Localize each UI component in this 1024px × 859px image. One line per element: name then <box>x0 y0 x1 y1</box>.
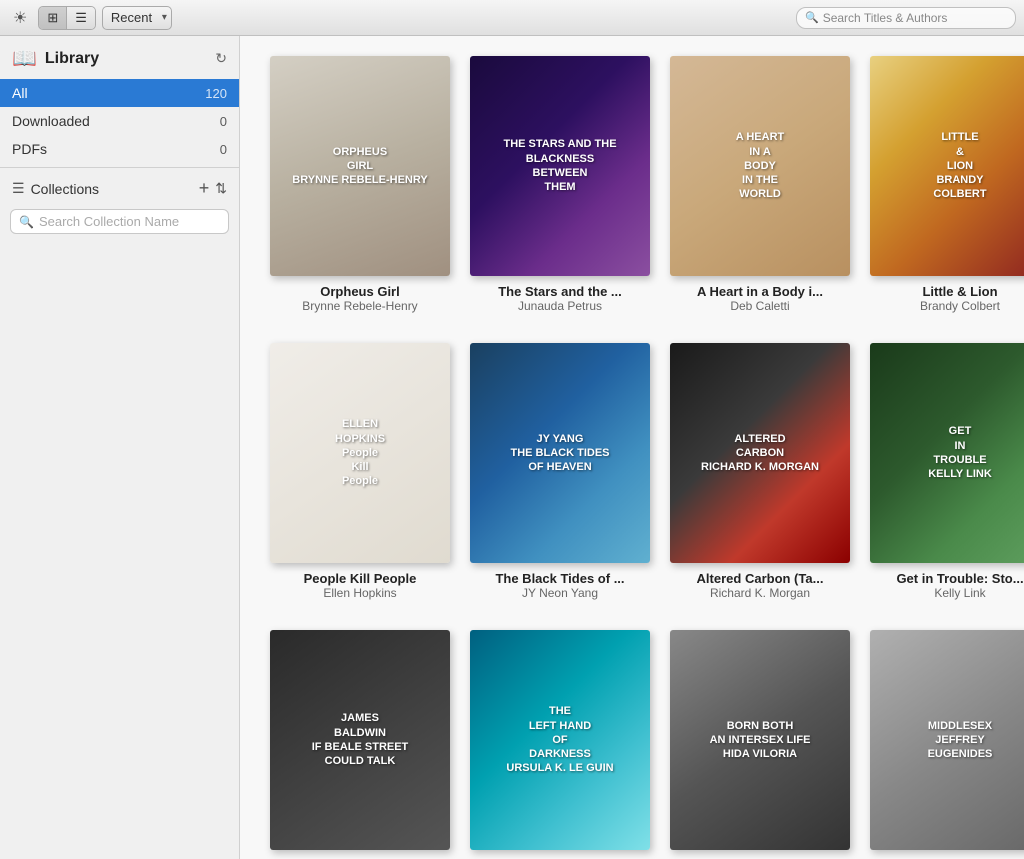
book-author: JY Neon Yang <box>522 586 598 600</box>
library-icon: 📖 <box>12 46 37 71</box>
book-title: Little & Lion <box>922 284 997 299</box>
downloaded-label: Downloaded <box>12 113 220 129</box>
book-cover: THE STARS AND THE BLACKNESS BETWEEN THEM <box>470 56 650 276</box>
book-author: Junauda Petrus <box>518 299 602 313</box>
book-cover: LITTLE & LION BRANDY COLBERT <box>870 56 1024 276</box>
book-cover: JAMES BALDWIN IF BEALE STREET COULD TALK <box>270 630 450 850</box>
book-author: Brynne Rebele-Henry <box>302 299 417 313</box>
cover-text: ELLEN HOPKINS People Kill People <box>327 409 393 496</box>
book-title: The Stars and the ... <box>498 284 622 299</box>
cover-text: ORPHEUS GIRL BRYNNE REBELE-HENRY <box>284 137 435 196</box>
book-item[interactable]: LITTLE & LION BRANDY COLBERT Little & Lio… <box>870 56 1024 313</box>
collections-header: ☰ Collections + ⇅ <box>0 172 239 205</box>
book-cover: THE LEFT HAND OF DARKNESS URSULA K. LE G… <box>470 630 650 850</box>
book-item[interactable]: MIDDLESEX JEFFREY EUGENIDESMiddlesex: A … <box>870 630 1024 859</box>
all-label: All <box>12 85 205 101</box>
cover-text: LITTLE & LION BRANDY COLBERT <box>925 122 994 209</box>
cover-text: BORN BOTH AN INTERSEX LIFE HIDA VILORIA <box>702 711 819 770</box>
pdfs-count: 0 <box>220 142 227 157</box>
book-title: Get in Trouble: Sto... <box>896 571 1023 586</box>
book-item[interactable]: THE LEFT HAND OF DARKNESS URSULA K. LE G… <box>470 630 650 859</box>
sidebar-item-downloaded[interactable]: Downloaded 0 <box>0 107 239 135</box>
book-author: Ellen Hopkins <box>323 586 396 600</box>
library-title: Library <box>45 50 99 68</box>
book-item[interactable]: ORPHEUS GIRL BRYNNE REBELE-HENRY Orpheus … <box>270 56 450 313</box>
book-author: Deb Caletti <box>730 299 789 313</box>
sort-collections-icon[interactable]: ⇅ <box>215 180 227 197</box>
book-item[interactable]: JAMES BALDWIN IF BEALE STREET COULD TALK… <box>270 630 450 859</box>
search-collection-input[interactable] <box>39 214 220 229</box>
sidebar-header: 📖 Library ↻ <box>0 36 239 79</box>
cover-text: JAMES BALDWIN IF BEALE STREET COULD TALK <box>304 703 417 776</box>
pdfs-label: PDFs <box>12 141 220 157</box>
book-cover: ALTERED CARBON RICHARD K. MORGAN <box>670 343 850 563</box>
books-grid: ORPHEUS GIRL BRYNNE REBELE-HENRY Orpheus … <box>270 56 1004 859</box>
book-item[interactable]: THE STARS AND THE BLACKNESS BETWEEN THEM… <box>470 56 650 313</box>
downloaded-count: 0 <box>220 114 227 129</box>
search-icon: 🔍 <box>805 11 819 24</box>
search-bar-top[interactable]: 🔍 Search Titles & Authors <box>796 7 1016 29</box>
list-view-button[interactable]: ☰ <box>67 7 95 29</box>
cover-text: A HEART IN A BODY IN THE WORLD <box>728 122 792 209</box>
search-placeholder-text: Search Titles & Authors <box>823 11 948 25</box>
book-title: A Heart in a Body i... <box>697 284 823 299</box>
sidebar: 📖 Library ↻ All 120 Downloaded 0 PDFs 0 … <box>0 36 240 859</box>
sidebar-item-all[interactable]: All 120 <box>0 79 239 107</box>
search-collection-icon: 🔍 <box>19 215 34 229</box>
book-cover: ORPHEUS GIRL BRYNNE REBELE-HENRY <box>270 56 450 276</box>
cover-text: ALTERED CARBON RICHARD K. MORGAN <box>693 424 827 483</box>
toolbar: ☀ ⊞ ☰ Recent Title Author ▾ 🔍 Search Tit… <box>0 0 1024 36</box>
cover-text: THE STARS AND THE BLACKNESS BETWEEN THEM <box>495 129 624 202</box>
sort-dropdown-wrapper: Recent Title Author ▾ <box>102 6 172 30</box>
all-count: 120 <box>205 86 227 101</box>
grid-view-button[interactable]: ⊞ <box>39 7 67 29</box>
book-cover: ELLEN HOPKINS People Kill People <box>270 343 450 563</box>
sidebar-divider <box>0 167 239 168</box>
collections-list-icon: ☰ <box>12 180 25 197</box>
search-collection-field[interactable]: 🔍 <box>10 209 229 234</box>
collections-label: Collections <box>31 181 199 197</box>
books-content: ORPHEUS GIRL BRYNNE REBELE-HENRY Orpheus … <box>240 36 1024 859</box>
book-item[interactable]: A HEART IN A BODY IN THE WORLD A Heart in… <box>670 56 850 313</box>
cover-text: JY YANG THE BLACK TIDES OF HEAVEN <box>503 424 618 483</box>
cover-text: THE LEFT HAND OF DARKNESS URSULA K. LE G… <box>498 696 621 783</box>
cover-text: GET IN TROUBLE KELLY LINK <box>920 416 1000 489</box>
book-cover: MIDDLESEX JEFFREY EUGENIDES <box>870 630 1024 850</box>
book-cover: BORN BOTH AN INTERSEX LIFE HIDA VILORIA <box>670 630 850 850</box>
book-item[interactable]: ELLEN HOPKINS People Kill People People K… <box>270 343 450 600</box>
book-item[interactable]: GET IN TROUBLE KELLY LINK Get in Trouble:… <box>870 343 1024 600</box>
add-collection-button[interactable]: + <box>199 178 210 199</box>
book-item[interactable]: ALTERED CARBON RICHARD K. MORGAN Altered … <box>670 343 850 600</box>
view-mode-control: ⊞ ☰ <box>38 6 96 30</box>
sort-dropdown[interactable]: Recent Title Author <box>102 6 172 30</box>
main-layout: 📖 Library ↻ All 120 Downloaded 0 PDFs 0 … <box>0 36 1024 859</box>
book-title: Orpheus Girl <box>320 284 399 299</box>
book-author: Brandy Colbert <box>920 299 1000 313</box>
book-author: Kelly Link <box>934 586 985 600</box>
book-item[interactable]: BORN BOTH AN INTERSEX LIFE HIDA VILORIAB… <box>670 630 850 859</box>
book-cover: JY YANG THE BLACK TIDES OF HEAVEN <box>470 343 650 563</box>
book-cover: A HEART IN A BODY IN THE WORLD <box>670 56 850 276</box>
book-author: Richard K. Morgan <box>710 586 810 600</box>
book-item[interactable]: JY YANG THE BLACK TIDES OF HEAVEN The Bla… <box>470 343 650 600</box>
book-title: People Kill People <box>304 571 417 586</box>
sync-icon[interactable]: ↻ <box>215 50 227 67</box>
sun-icon-button[interactable]: ☀ <box>8 5 32 31</box>
book-title: The Black Tides of ... <box>495 571 624 586</box>
book-title: Altered Carbon (Ta... <box>697 571 824 586</box>
sidebar-item-pdfs[interactable]: PDFs 0 <box>0 135 239 163</box>
cover-text: MIDDLESEX JEFFREY EUGENIDES <box>920 711 1001 770</box>
book-cover: GET IN TROUBLE KELLY LINK <box>870 343 1024 563</box>
